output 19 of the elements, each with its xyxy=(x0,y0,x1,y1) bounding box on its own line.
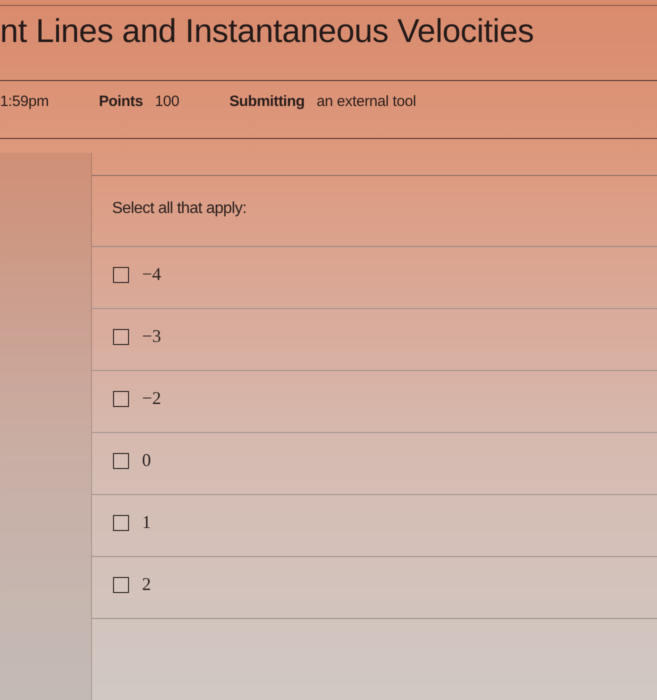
checkbox[interactable] xyxy=(113,266,129,282)
option-label[interactable]: −4 xyxy=(142,264,162,285)
detail-value: an external tool xyxy=(316,93,416,110)
checkbox[interactable] xyxy=(113,576,129,592)
detail-value: 100 xyxy=(154,93,180,110)
due-time: 1:59pm xyxy=(0,93,49,110)
checkbox[interactable] xyxy=(113,328,129,344)
assignment-title: nt Lines and Instantaneous Velocities xyxy=(0,12,534,50)
question-prompt: Select all that apply: xyxy=(112,200,246,217)
option-label[interactable]: 0 xyxy=(142,450,151,471)
option-label[interactable]: −3 xyxy=(142,326,162,347)
option-label[interactable]: −2 xyxy=(142,388,162,409)
detail-label: Submitting xyxy=(229,93,305,110)
detail-label: Points xyxy=(98,93,143,110)
checkbox[interactable] xyxy=(113,514,129,530)
checkbox[interactable] xyxy=(113,452,129,468)
option-label[interactable]: 2 xyxy=(142,574,151,595)
option-label[interactable]: 1 xyxy=(142,512,151,533)
checkbox[interactable] xyxy=(113,390,129,406)
